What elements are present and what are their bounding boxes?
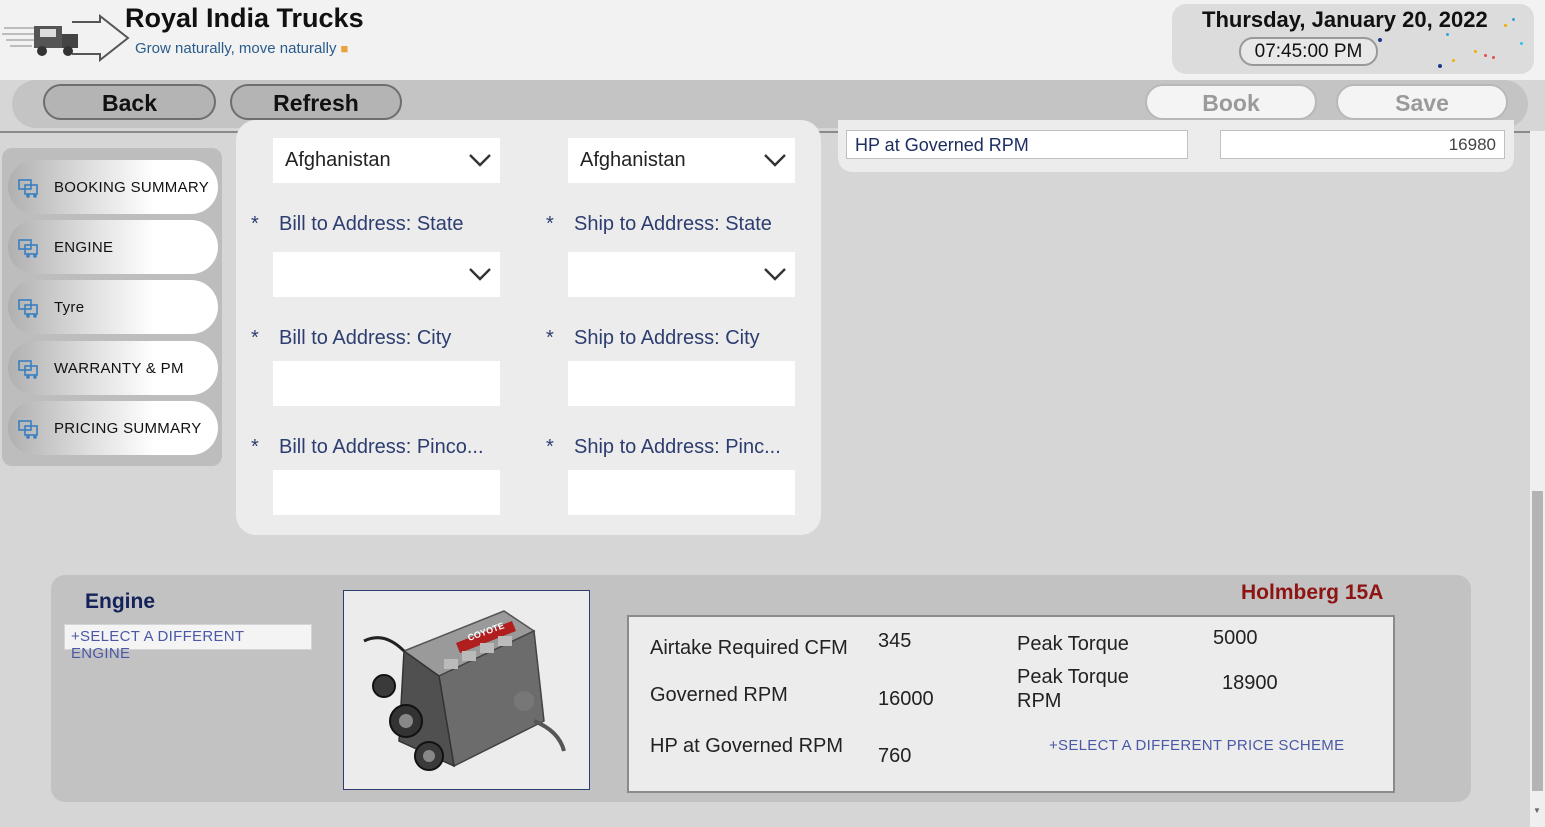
datetime-panel: Thursday, January 20, 2022 07:45:00 PM: [1172, 4, 1534, 74]
required-marker: *: [251, 327, 259, 349]
ship-city-input[interactable]: [568, 361, 795, 406]
select-different-engine-link[interactable]: +SELECT A DIFFERENT ENGINE: [64, 624, 312, 662]
ship-pincode-label-text: Ship to Address: Pinc...: [574, 436, 781, 458]
bill-city-label: * Bill to Address: City: [251, 327, 451, 350]
hp-at-governed-rpm-value: 760: [878, 745, 912, 767]
sidebar-item-tyre[interactable]: Tyre: [8, 280, 218, 334]
tagline-text: Grow naturally, move naturally: [135, 40, 337, 57]
governed-rpm-value: 16000: [878, 688, 934, 710]
peak-torque-label: Peak Torque: [1017, 633, 1129, 655]
ship-country-dropdown[interactable]: Afghanistan: [568, 138, 795, 183]
bill-country-dropdown[interactable]: Afghanistan: [273, 138, 500, 183]
confetti-dot: [1452, 59, 1455, 62]
required-marker: *: [251, 213, 259, 235]
confetti-dot: [1512, 18, 1515, 21]
bill-city-input[interactable]: [273, 361, 500, 406]
app-title: Royal India Trucks: [125, 3, 364, 33]
bill-state-label: * Bill to Address: State: [251, 213, 464, 236]
sidebar-nav: BOOKING SUMMARY ENGINE Tyre WARRANTY & P…: [2, 148, 222, 466]
chevron-down-icon: [764, 268, 786, 281]
hp-governed-rpm-value: 16980: [1220, 130, 1505, 159]
bill-pincode-label: * Bill to Address: Pinco...: [251, 436, 484, 459]
hp-summary-panel: HP at Governed RPM 16980: [838, 120, 1514, 172]
sidebar-item-booking-summary[interactable]: BOOKING SUMMARY: [8, 160, 218, 214]
peak-torque-value: 5000: [1213, 627, 1258, 649]
bill-pincode-input[interactable]: [273, 470, 500, 515]
ship-state-dropdown[interactable]: [568, 252, 795, 297]
governed-rpm-label: Governed RPM: [650, 684, 788, 706]
vertical-scrollbar[interactable]: ▼: [1530, 131, 1545, 827]
confetti-dot: [1504, 24, 1507, 27]
engine-image: COYOTE: [343, 590, 590, 790]
hp-governed-rpm-label: HP at Governed RPM: [846, 130, 1188, 159]
bill-country-value: Afghanistan: [285, 149, 391, 171]
confetti-dot: [1520, 42, 1523, 45]
confetti-dot: [1484, 54, 1487, 57]
required-marker: *: [546, 213, 554, 235]
ship-country-value: Afghanistan: [580, 149, 686, 171]
sidebar-item-engine[interactable]: ENGINE: [8, 220, 218, 274]
airtake-cfm-label: Airtake Required CFM: [650, 637, 848, 659]
required-marker: *: [546, 436, 554, 458]
sidebar-item-pricing-summary[interactable]: PRICING SUMMARY: [8, 401, 218, 455]
trucks-icon: [18, 360, 38, 379]
confetti-dot: [1446, 33, 1449, 36]
bill-state-label-text: Bill to Address: State: [279, 213, 464, 235]
confetti-dot: [1438, 64, 1442, 68]
required-marker: *: [546, 327, 554, 349]
app-header: Royal India Trucks Grow naturally, move …: [0, 0, 1545, 80]
current-time: 07:45:00 PM: [1239, 37, 1378, 66]
engine-model-name: Holmberg 15A: [1241, 581, 1384, 604]
trucks-icon: [18, 420, 38, 439]
engine-title: Engine: [85, 590, 156, 613]
confetti-dot: [1492, 56, 1495, 59]
save-button[interactable]: Save: [1336, 84, 1508, 120]
peak-torque-rpm-value: 18900: [1222, 672, 1278, 694]
sidebar-item-warranty-pm[interactable]: WARRANTY & PM: [8, 341, 218, 395]
sidebar-item-label: Tyre: [54, 299, 85, 316]
required-marker: *: [251, 436, 259, 458]
sidebar-item-label: ENGINE: [54, 239, 114, 256]
engine-specs-box: Airtake Required CFM 345 Governed RPM 16…: [627, 615, 1395, 793]
refresh-button[interactable]: Refresh: [230, 84, 402, 120]
hp-at-governed-rpm-label: HP at Governed RPM: [650, 735, 844, 757]
engine-panel: Engine +SELECT A DIFFERENT ENGINE COYOTE…: [51, 575, 1471, 802]
sidebar-item-label: WARRANTY & PM: [54, 360, 184, 377]
book-button[interactable]: Book: [1145, 84, 1317, 120]
ship-pincode-label: * Ship to Address: Pinc...: [546, 436, 781, 459]
chevron-down-icon: [469, 268, 491, 281]
chevron-down-icon: [469, 154, 491, 167]
engine-illustration: COYOTE: [344, 591, 589, 789]
airtake-cfm-value: 345: [878, 630, 912, 652]
bill-state-dropdown[interactable]: [273, 252, 500, 297]
confetti-dot: [1378, 38, 1382, 42]
confetti-dot: [1474, 50, 1477, 53]
bill-pincode-label-text: Bill to Address: Pinco...: [279, 436, 484, 458]
ship-state-label: * Ship to Address: State: [546, 213, 772, 236]
peak-torque-rpm-label: Peak Torque RPM: [1017, 666, 1129, 712]
ship-state-label-text: Ship to Address: State: [574, 213, 772, 235]
sidebar-item-label: PRICING SUMMARY: [54, 420, 202, 437]
address-form: Afghanistan Afghanistan * Bill to Address…: [236, 120, 821, 535]
trucks-icon: [18, 299, 38, 318]
ship-city-label-text: Ship to Address: City: [574, 327, 760, 349]
back-button[interactable]: Back: [43, 84, 216, 120]
chevron-down-icon: [764, 154, 786, 167]
scroll-down-arrow-icon[interactable]: ▼: [1533, 806, 1541, 815]
current-date: Thursday, January 20, 2022: [1202, 7, 1488, 32]
truck-logo-icon: [2, 14, 130, 62]
delivery-truck-icon: ■: [340, 41, 349, 56]
select-price-scheme-link[interactable]: +SELECT A DIFFERENT PRICE SCHEME: [1049, 737, 1344, 754]
scrollbar-thumb[interactable]: [1532, 491, 1543, 791]
ship-city-label: * Ship to Address: City: [546, 327, 760, 350]
tagline: Grow naturally, move naturally ■: [135, 40, 348, 57]
bill-city-label-text: Bill to Address: City: [279, 327, 452, 349]
trucks-icon: [18, 239, 38, 258]
ship-pincode-input[interactable]: [568, 470, 795, 515]
sidebar-item-label: BOOKING SUMMARY: [54, 179, 210, 196]
trucks-icon: [18, 179, 38, 198]
